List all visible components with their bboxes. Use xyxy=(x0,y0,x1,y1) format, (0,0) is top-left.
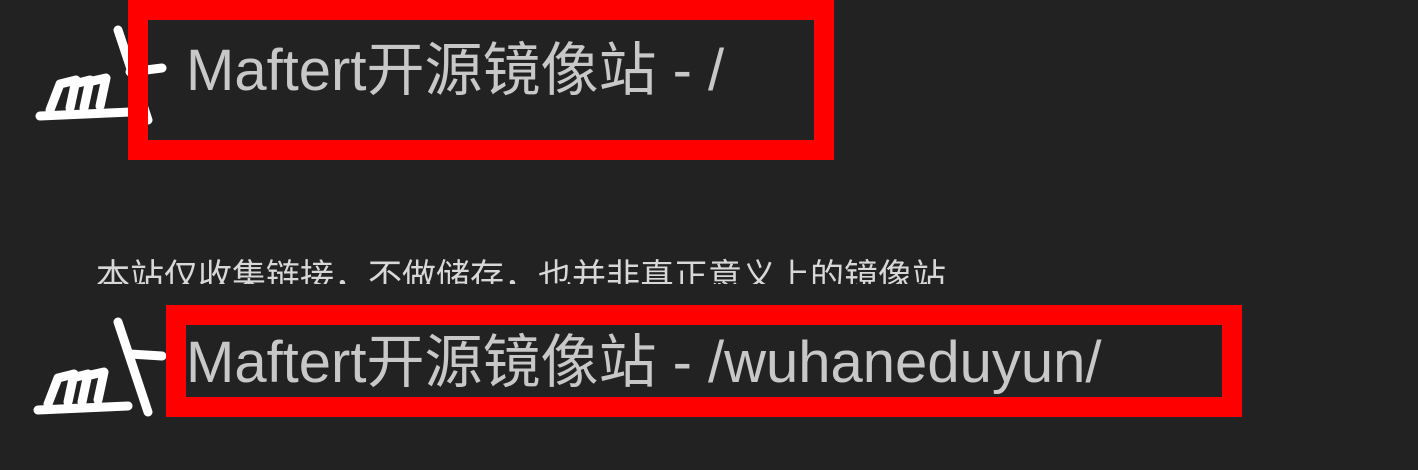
page-title-top: Maftert开源镜像站 - / xyxy=(186,38,725,103)
page: Maftert开源镜像站 - / 本站仅收集链接，不做储存，也并非真正意义上的镜… xyxy=(0,0,1418,470)
maftert-logo-icon[interactable] xyxy=(28,312,168,422)
notice-clip: 本站仅收集链接，不做储存，也并非真正意义上的镜像站 xyxy=(96,258,1196,284)
notice-text: 本站仅收集链接，不做储存，也并非真正意义上的镜像站 xyxy=(96,258,946,284)
page-title-bottom: Maftert开源镜像站 - /wuhaneduyun/ xyxy=(186,330,1102,395)
